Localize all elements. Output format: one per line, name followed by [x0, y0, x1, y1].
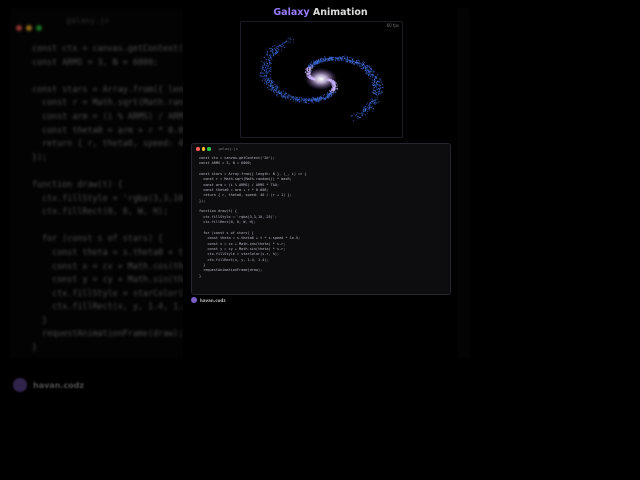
- editor-code-line: }: [199, 273, 202, 278]
- close-dot-icon[interactable]: [196, 147, 200, 151]
- editor-code-line: const theta = s.theta0 + t * s.speed * 1…: [199, 236, 301, 241]
- title-highlight: Galaxy: [273, 7, 310, 18]
- minimize-dot-icon[interactable]: [201, 147, 205, 151]
- galaxy-render: [259, 37, 384, 122]
- galaxy-core: [305, 68, 337, 90]
- code-editor: galaxy.js const ctx = canvas.getContext(…: [191, 143, 451, 295]
- avatar: [191, 297, 197, 303]
- title-rest: Animation: [309, 7, 368, 18]
- editor-filename: galaxy.js: [218, 147, 238, 151]
- avatar: [13, 378, 27, 392]
- editor-code-line: return { r, theta0, speed: 40 / (r + 1) …: [199, 193, 292, 198]
- background-handle: havan.codz: [33, 380, 85, 390]
- fps-label: 60 fps: [386, 23, 399, 28]
- brand-handle: havan.codz: [200, 297, 226, 303]
- brand: havan.codz: [191, 297, 226, 303]
- editor-title-bar: galaxy.js: [196, 147, 238, 151]
- maximize-dot-icon: [36, 25, 42, 31]
- editor-code: const ctx = canvas.getContext('2d'); cons…: [199, 156, 306, 279]
- background-filename: galaxy.js: [66, 16, 110, 25]
- editor-code-line: const r = Math.sqrt(Math.random()) * max…: [199, 177, 292, 182]
- minimize-dot-icon: [26, 25, 32, 31]
- background-brand: havan.codz: [13, 378, 84, 392]
- page-title: Galaxy Animation: [183, 7, 458, 18]
- close-dot-icon: [16, 25, 22, 31]
- main-column: Galaxy Animation 60 fps galaxy.js const …: [183, 0, 458, 480]
- background-window-controls: [16, 16, 46, 35]
- maximize-dot-icon[interactable]: [207, 147, 211, 151]
- galaxy-canvas: 60 fps: [240, 21, 403, 138]
